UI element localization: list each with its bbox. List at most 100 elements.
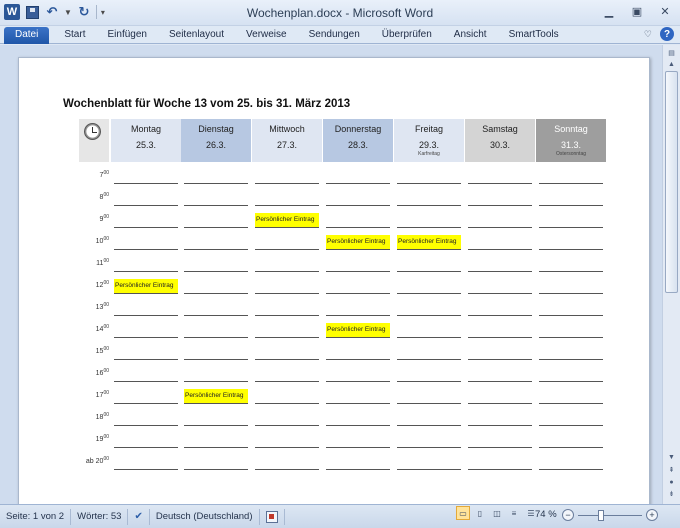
time-slot-line[interactable] [326,425,390,426]
time-slot-line[interactable] [255,359,319,360]
time-slot-line[interactable] [468,359,532,360]
time-slot-line[interactable] [326,227,390,228]
time-slot-line[interactable] [184,381,248,382]
tab-einfügen[interactable]: Einfügen [96,27,157,44]
previous-page-icon[interactable]: ⇞ [665,464,678,476]
time-slot-line[interactable] [468,249,532,250]
time-slot-line[interactable] [184,337,248,338]
time-slot-line[interactable] [539,381,603,382]
tab-smarttools[interactable]: SmartTools [498,27,570,44]
personal-entry[interactable]: Persönlicher Eintrag [326,235,390,249]
time-slot-line[interactable] [114,469,178,470]
time-slot-line[interactable] [468,425,532,426]
time-slot-line[interactable] [114,315,178,316]
proofing-status[interactable]: ✔ [128,508,150,525]
time-slot-line[interactable] [539,337,603,338]
zoom-slider-track[interactable] [578,515,642,516]
time-slot-line[interactable] [255,293,319,294]
time-slot-line[interactable] [468,403,532,404]
time-slot-line[interactable] [184,447,248,448]
time-slot-line[interactable] [114,271,178,272]
personal-entry[interactable]: Persönlicher Eintrag [114,279,178,293]
time-slot-line[interactable] [468,447,532,448]
time-slot-line[interactable] [539,469,603,470]
tab-ansicht[interactable]: Ansicht [443,27,498,44]
scroll-up-icon[interactable]: ▲ [665,58,678,70]
time-slot-line[interactable] [468,183,532,184]
scrollbar-thumb[interactable] [665,71,678,293]
time-slot-line[interactable] [468,227,532,228]
time-slot-line[interactable] [539,271,603,272]
time-slot-line[interactable] [255,337,319,338]
document-page[interactable]: Wochenblatt für Woche 13 vom 25. bis 31.… [18,57,650,504]
time-slot-line[interactable] [539,205,603,206]
time-slot-line[interactable] [184,315,248,316]
personal-entry[interactable]: Persönlicher Eintrag [184,389,248,403]
time-slot-line[interactable] [184,249,248,250]
personal-entry[interactable]: Persönlicher Eintrag [326,323,390,337]
tab-datei[interactable]: Datei [4,27,50,44]
time-slot-line[interactable] [468,205,532,206]
macro-recording[interactable] [260,508,285,525]
time-slot-line[interactable] [468,315,532,316]
time-slot-line[interactable] [255,227,319,228]
time-slot-line[interactable] [255,469,319,470]
time-slot-line[interactable] [539,293,603,294]
minimize-icon[interactable]: ▁ [600,4,618,18]
time-slot-line[interactable] [326,381,390,382]
time-slot-line[interactable] [397,359,461,360]
time-slot-line[interactable] [397,293,461,294]
language-indicator[interactable]: Deutsch (Deutschland) [150,508,260,525]
time-slot-line[interactable] [397,227,461,228]
time-slot-line[interactable] [468,381,532,382]
time-slot-line[interactable] [397,183,461,184]
zoom-slider-thumb[interactable] [597,510,604,521]
time-slot-line[interactable] [184,425,248,426]
time-slot-line[interactable] [184,183,248,184]
time-slot-line[interactable] [468,271,532,272]
time-slot-line[interactable] [255,315,319,316]
time-slot-line[interactable] [114,403,178,404]
time-slot-line[interactable] [326,205,390,206]
time-slot-line[interactable] [326,447,390,448]
time-slot-line[interactable] [539,315,603,316]
time-slot-line[interactable] [539,425,603,426]
time-slot-line[interactable] [326,469,390,470]
tab-sendungen[interactable]: Sendungen [298,27,371,44]
tab-start[interactable]: Start [53,27,96,44]
page-count[interactable]: Seite: 1 von 2 [0,508,72,525]
time-slot-line[interactable] [114,183,178,184]
personal-entry[interactable]: Persönlicher Eintrag [397,235,461,249]
maximize-icon[interactable]: ▣ [628,4,646,18]
time-slot-line[interactable] [468,293,532,294]
time-slot-line[interactable] [114,249,178,250]
time-slot-line[interactable] [539,359,603,360]
word-count[interactable]: Wörter: 53 [71,508,129,525]
time-slot-line[interactable] [114,359,178,360]
web-layout-icon[interactable]: ◫ [490,506,504,520]
time-slot-line[interactable] [255,205,319,206]
time-slot-line[interactable] [326,183,390,184]
time-slot-line[interactable] [539,227,603,228]
time-slot-line[interactable] [326,337,390,338]
time-slot-line[interactable] [114,227,178,228]
time-slot-line[interactable] [397,205,461,206]
time-slot-line[interactable] [114,337,178,338]
time-slot-line[interactable] [184,205,248,206]
time-slot-line[interactable] [326,293,390,294]
time-slot-line[interactable] [397,381,461,382]
time-slot-line[interactable] [255,403,319,404]
minimize-ribbon-icon[interactable]: ♡ [644,29,652,40]
time-slot-line[interactable] [255,447,319,448]
time-slot-line[interactable] [114,447,178,448]
time-slot-line[interactable] [397,315,461,316]
time-slot-line[interactable] [326,403,390,404]
time-slot-line[interactable] [184,469,248,470]
time-slot-line[interactable] [326,315,390,316]
time-slot-line[interactable] [539,403,603,404]
time-slot-line[interactable] [326,271,390,272]
zoom-out-icon[interactable]: − [562,509,574,521]
time-slot-line[interactable] [468,469,532,470]
help-icon[interactable]: ? [660,27,674,41]
time-slot-line[interactable] [397,271,461,272]
